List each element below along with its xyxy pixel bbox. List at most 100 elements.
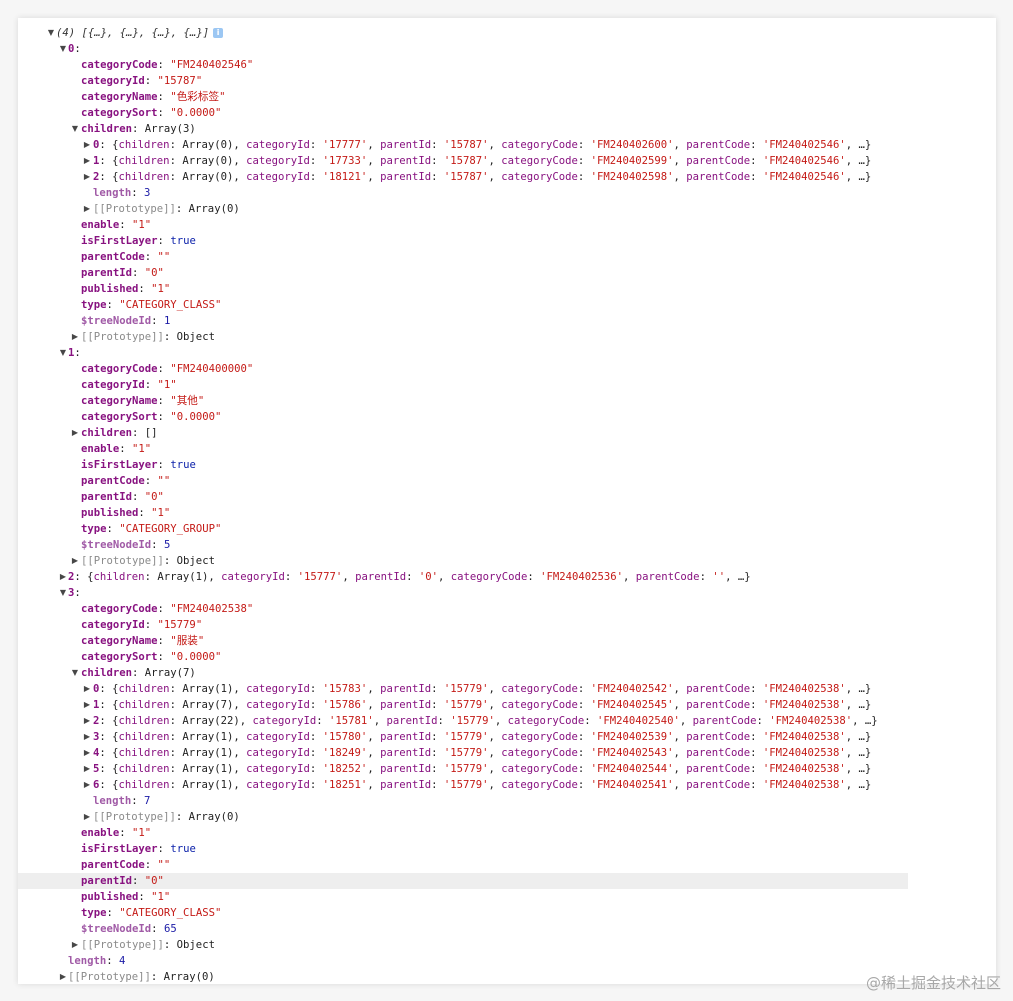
console-line: length: 7 bbox=[93, 793, 150, 809]
console-row[interactable]: ▼ children: Array(3) bbox=[18, 121, 996, 137]
token: , bbox=[367, 779, 381, 791]
console-row[interactable]: ▶ 2: {children: Array(22), categoryId: '1… bbox=[18, 713, 996, 729]
triangle-down-icon[interactable]: ▼ bbox=[58, 41, 68, 57]
triangle-right-icon[interactable]: ▶ bbox=[82, 169, 92, 185]
console-line: 5: {children: Array(1), categoryId: '182… bbox=[93, 761, 871, 777]
token: categoryId bbox=[246, 155, 310, 167]
triangle-right-icon[interactable]: ▶ bbox=[82, 201, 92, 217]
token: : bbox=[144, 251, 158, 263]
triangle-down-icon[interactable]: ▼ bbox=[58, 345, 68, 361]
triangle-right-icon[interactable]: ▶ bbox=[82, 777, 92, 793]
console-row[interactable]: ▶ 2: {children: Array(1), categoryId: '15… bbox=[18, 569, 996, 585]
token: : Array(1), bbox=[169, 683, 247, 695]
console-row[interactable]: ▶ 1: {children: Array(7), categoryId: '15… bbox=[18, 697, 996, 713]
triangle-right-icon[interactable]: ▶ bbox=[70, 329, 80, 345]
console-row[interactable]: ▶ 4: {children: Array(1), categoryId: '18… bbox=[18, 745, 996, 761]
console-row[interactable]: ▶ 0: {children: Array(0), categoryId: '17… bbox=[18, 137, 996, 153]
token: children bbox=[118, 155, 170, 167]
token: : Array(1), bbox=[144, 571, 222, 583]
token: : bbox=[157, 843, 171, 855]
info-icon[interactable]: i bbox=[213, 28, 224, 38]
console-row[interactable]: ▶ [[Prototype]]: Object bbox=[18, 553, 996, 569]
console-line: (4) [{…}, {…}, {…}, {…}] i bbox=[56, 25, 224, 41]
token: parentCode bbox=[686, 683, 751, 695]
triangle-down-icon[interactable]: ▼ bbox=[70, 121, 80, 137]
console-row: $treeNodeId: 65 bbox=[18, 921, 996, 937]
console-line: 2: {children: Array(1), categoryId: '157… bbox=[68, 569, 751, 585]
token: : bbox=[157, 59, 171, 71]
triangle-right-icon[interactable]: ▶ bbox=[70, 937, 80, 953]
console-row[interactable]: ▶ [[Prototype]]: Array(0) bbox=[18, 809, 996, 825]
token: : bbox=[284, 571, 298, 583]
console-row[interactable]: ▶ [[Prototype]]: Object bbox=[18, 329, 996, 345]
token: children bbox=[118, 731, 170, 743]
triangle-right-icon[interactable]: ▶ bbox=[82, 153, 92, 169]
console-row[interactable]: ▶ 0: {children: Array(1), categoryId: '15… bbox=[18, 681, 996, 697]
triangle-down-icon[interactable]: ▼ bbox=[58, 585, 68, 601]
token: '17733' bbox=[322, 155, 368, 167]
token: children bbox=[118, 763, 170, 775]
token: children bbox=[118, 139, 170, 151]
token: : bbox=[106, 907, 120, 919]
token: categoryId bbox=[81, 379, 145, 391]
console-row[interactable]: ▶ [[Prototype]]: Object bbox=[18, 937, 996, 953]
token: categoryCode bbox=[501, 139, 578, 151]
token: '15779' bbox=[443, 779, 489, 791]
triangle-right-icon[interactable]: ▶ bbox=[82, 729, 92, 745]
console-line: 3: {children: Array(1), categoryId: '157… bbox=[93, 729, 871, 745]
token: : Array(1), bbox=[169, 779, 247, 791]
token: isFirstLayer bbox=[81, 459, 158, 471]
console-row[interactable]: ▶ 3: {children: Array(1), categoryId: '15… bbox=[18, 729, 996, 745]
token: : bbox=[138, 891, 152, 903]
token: categoryCode bbox=[501, 779, 578, 791]
triangle-right-icon[interactable]: ▶ bbox=[82, 681, 92, 697]
console-row: length: 7 bbox=[18, 793, 996, 809]
triangle-right-icon[interactable]: ▶ bbox=[82, 745, 92, 761]
token: parentCode bbox=[686, 155, 751, 167]
triangle-right-icon[interactable]: ▶ bbox=[58, 569, 68, 585]
triangle-right-icon[interactable]: ▶ bbox=[82, 809, 92, 825]
triangle-right-icon[interactable]: ▶ bbox=[82, 761, 92, 777]
triangle-right-icon[interactable]: ▶ bbox=[70, 425, 80, 441]
token: , bbox=[488, 747, 502, 759]
triangle-right-icon[interactable]: ▶ bbox=[70, 553, 80, 569]
console-row[interactable]: ▼ children: Array(7) bbox=[18, 665, 996, 681]
console-row: categoryName: "色彩标签" bbox=[18, 89, 996, 105]
console-row: parentId: "0" bbox=[18, 489, 996, 505]
token: categoryId bbox=[246, 171, 310, 183]
triangle-down-icon[interactable]: ▼ bbox=[46, 25, 56, 41]
console-line: 2: {children: Array(0), categoryId: '181… bbox=[93, 169, 871, 185]
token: children bbox=[81, 427, 133, 439]
token: , bbox=[623, 571, 636, 583]
console-row[interactable]: ▶ 2: {children: Array(0), categoryId: '18… bbox=[18, 169, 996, 185]
console-row[interactable]: ▼ 3: bbox=[18, 585, 996, 601]
token: : bbox=[577, 731, 591, 743]
console-row[interactable]: ▶ [[Prototype]]: Array(0) bbox=[18, 201, 996, 217]
console-row[interactable]: ▶ [[Prototype]]: Array(0) bbox=[18, 969, 996, 984]
token: "0.0000" bbox=[170, 107, 222, 119]
token: '15787' bbox=[443, 139, 489, 151]
triangle-right-icon[interactable]: ▶ bbox=[58, 969, 68, 984]
token: "服装" bbox=[170, 635, 205, 647]
token: true bbox=[170, 235, 196, 247]
token: '15783' bbox=[322, 683, 368, 695]
console-row: $treeNodeId: 5 bbox=[18, 537, 996, 553]
token: : bbox=[577, 155, 591, 167]
token: categoryCode bbox=[501, 683, 578, 695]
console-row[interactable]: ▼ 0: bbox=[18, 41, 996, 57]
console-row[interactable]: ▶ 6: {children: Array(1), categoryId: '18… bbox=[18, 777, 996, 793]
console-row[interactable]: ▶ 5: {children: Array(1), categoryId: '18… bbox=[18, 761, 996, 777]
triangle-right-icon[interactable]: ▶ bbox=[82, 713, 92, 729]
token: : bbox=[750, 699, 763, 711]
triangle-down-icon[interactable]: ▼ bbox=[70, 665, 80, 681]
console-row: categoryId: "1" bbox=[18, 377, 996, 393]
token: , bbox=[673, 683, 687, 695]
console-row[interactable]: ▶ 1: {children: Array(0), categoryId: '17… bbox=[18, 153, 996, 169]
token: parentId bbox=[355, 571, 407, 583]
console-row[interactable]: ▼ 1: bbox=[18, 345, 996, 361]
console-line: categorySort: "0.0000" bbox=[81, 649, 221, 665]
console-row[interactable]: ▶ children: [] bbox=[18, 425, 996, 441]
triangle-right-icon[interactable]: ▶ bbox=[82, 137, 92, 153]
triangle-right-icon[interactable]: ▶ bbox=[82, 697, 92, 713]
console-row[interactable]: ▼ (4) [{…}, {…}, {…}, {…}] i bbox=[18, 25, 996, 41]
